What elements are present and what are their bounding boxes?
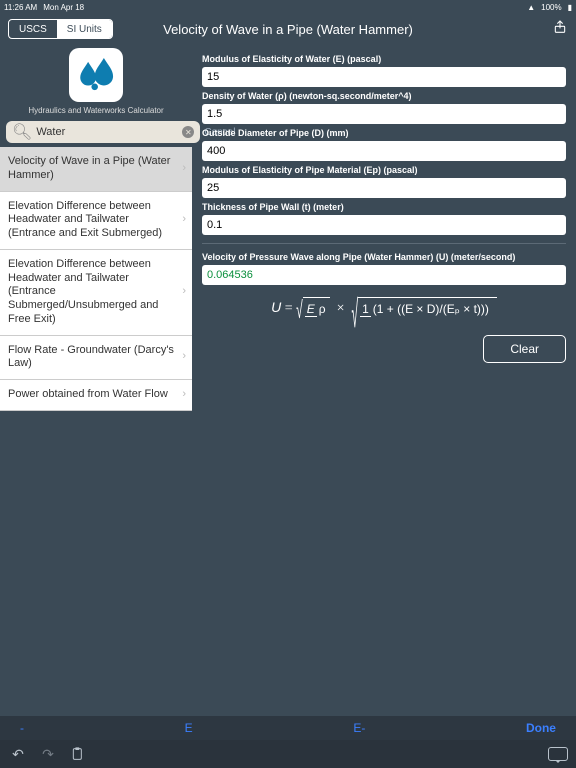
app-subtitle: Hydraulics and Waterworks Calculator [0,106,192,115]
search-input-wrap[interactable]: 🔍︎ ✕ [6,121,200,143]
share-icon[interactable] [552,19,568,40]
field-label: Thickness of Pipe Wall (t) (meter) [202,202,566,212]
result-label: Velocity of Pressure Wave along Pipe (Wa… [202,252,566,262]
field-label: Density of Water (ρ) (newton-sq.second/m… [202,91,566,101]
input-d[interactable] [202,141,566,161]
list-item[interactable]: Flow Rate - Groundwater (Darcy's Law) › [0,336,192,381]
status-bar: 11:26 AM Mon Apr 18 ▲ 100% ▮ [0,0,576,14]
field-label: Outside Diameter of Pipe (D) (mm) [202,128,566,138]
input-ep[interactable] [202,178,566,198]
bottom-toolbar: ↶ ↷ [0,740,576,768]
redo-icon[interactable]: ↷ [38,744,58,764]
formula-display: U = √Eρ × √1(1 + ((E × D)/(Eₚ × t))) [202,299,566,317]
battery-icon: ▮ [568,3,572,12]
paste-icon[interactable] [68,744,88,764]
list-item-label: Elevation Difference between Headwater a… [8,258,158,325]
list-item[interactable]: Elevation Difference between Headwater a… [0,192,192,250]
search-icon: 🔍︎ [12,122,32,142]
kb-e-neg[interactable]: E- [353,721,365,735]
input-rho[interactable] [202,104,566,124]
app-logo [69,48,123,102]
chevron-right-icon: › [182,285,186,299]
list-item[interactable]: Velocity of Wave in a Pipe (Water Hammer… [0,147,192,192]
field-label: Modulus of Elasticity of Pipe Material (… [202,165,566,175]
chevron-right-icon: › [182,350,186,364]
seg-si[interactable]: SI Units [57,20,112,38]
sidebar: Hydraulics and Waterworks Calculator 🔍︎ … [0,44,192,716]
field-label: Modulus of Elasticity of Water (E) (pasc… [202,54,566,64]
content-panel: Modulus of Elasticity of Water (E) (pasc… [192,44,576,716]
chevron-right-icon: › [182,213,186,227]
keyboard-icon[interactable] [548,744,568,764]
unit-segmented-control[interactable]: USCS SI Units [8,19,113,39]
list-item-label: Power obtained from Water Flow [8,388,168,400]
result-output [202,265,566,285]
kb-done[interactable]: Done [526,721,556,735]
wifi-icon: ▲ [527,3,535,12]
search-input[interactable] [36,126,178,138]
chevron-right-icon: › [182,162,186,176]
input-e[interactable] [202,67,566,87]
kb-e[interactable]: E [185,721,193,735]
kb-neg[interactable]: - [20,721,24,735]
list-item-label: Elevation Difference between Headwater a… [8,200,162,240]
list-item[interactable]: Elevation Difference between Headwater a… [0,250,192,336]
battery-pct: 100% [541,3,561,12]
list-item-label: Flow Rate - Groundwater (Darcy's Law) [8,344,174,370]
title-bar: USCS SI Units Velocity of Wave in a Pipe… [0,14,576,44]
status-date: Mon Apr 18 [43,3,84,12]
list-item-label: Velocity of Wave in a Pipe (Water Hammer… [8,155,170,181]
calc-list: Velocity of Wave in a Pipe (Water Hammer… [0,147,192,411]
status-time: 11:26 AM [4,3,37,12]
clear-button[interactable]: Clear [483,335,566,363]
undo-icon[interactable]: ↶ [8,744,28,764]
seg-uscs[interactable]: USCS [9,20,57,38]
input-t[interactable] [202,215,566,235]
chevron-right-icon: › [182,388,186,402]
keyboard-accessory: - E E- Done [0,716,576,740]
list-item[interactable]: Power obtained from Water Flow › [0,380,192,411]
